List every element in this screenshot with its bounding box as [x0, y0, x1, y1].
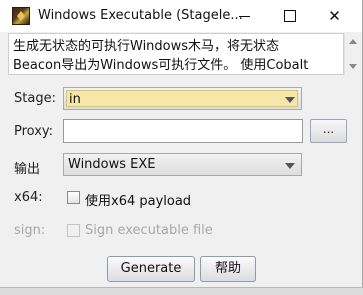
close-icon: ✕ — [328, 7, 341, 25]
window-title: Windows Executable (Stagele... — [38, 8, 243, 23]
app-icon — [12, 7, 30, 25]
dialog-window: Windows Executable (Stagele... ✕ 生成无状态的可… — [0, 0, 363, 287]
sign-label: sign: — [14, 223, 46, 238]
chevron-down-icon — [285, 97, 295, 103]
close-button[interactable]: ✕ — [312, 0, 357, 32]
chevron-down-icon — [285, 163, 295, 169]
x64-label: x64: — [14, 190, 43, 205]
proxy-browse-button[interactable]: ... — [310, 119, 347, 143]
description-line: Beacon导出为Windows可执行文件。 使用Cobalt — [13, 58, 309, 73]
scroll-up-icon[interactable] — [349, 39, 357, 44]
output-select-value: Windows EXE — [68, 157, 156, 172]
proxy-input[interactable] — [63, 119, 303, 143]
maximize-button[interactable] — [267, 0, 312, 32]
stage-label: Stage: — [14, 91, 56, 106]
minimize-icon — [239, 15, 250, 17]
stage-select[interactable]: in — [63, 87, 302, 110]
background-window-edge — [0, 287, 363, 295]
sign-checkbox-label[interactable]: Sign executable file — [85, 223, 213, 238]
generate-button[interactable]: Generate — [107, 256, 195, 282]
minimize-button[interactable] — [222, 0, 267, 32]
proxy-label: Proxy: — [14, 124, 54, 139]
output-select[interactable]: Windows EXE — [63, 153, 302, 176]
sign-checkbox[interactable] — [67, 224, 80, 237]
stage-select-value: in — [66, 90, 298, 107]
title-bar[interactable]: Windows Executable (Stagele... ✕ — [0, 0, 362, 32]
help-button[interactable]: 帮助 — [200, 256, 256, 282]
output-label: 输出 — [14, 162, 41, 177]
description-text-area[interactable]: 生成无状态的可执行Windows木马，将无状态 Beacon导出为Windows… — [8, 33, 344, 75]
x64-checkbox-label[interactable]: 使用x64 payload — [85, 190, 191, 209]
maximize-icon — [283, 10, 296, 22]
x64-checkbox[interactable] — [67, 191, 80, 204]
description-scrollbar[interactable] — [344, 33, 361, 75]
scroll-down-icon[interactable] — [349, 64, 357, 69]
description-line: 生成无状态的可执行Windows木马，将无状态 — [13, 39, 280, 54]
